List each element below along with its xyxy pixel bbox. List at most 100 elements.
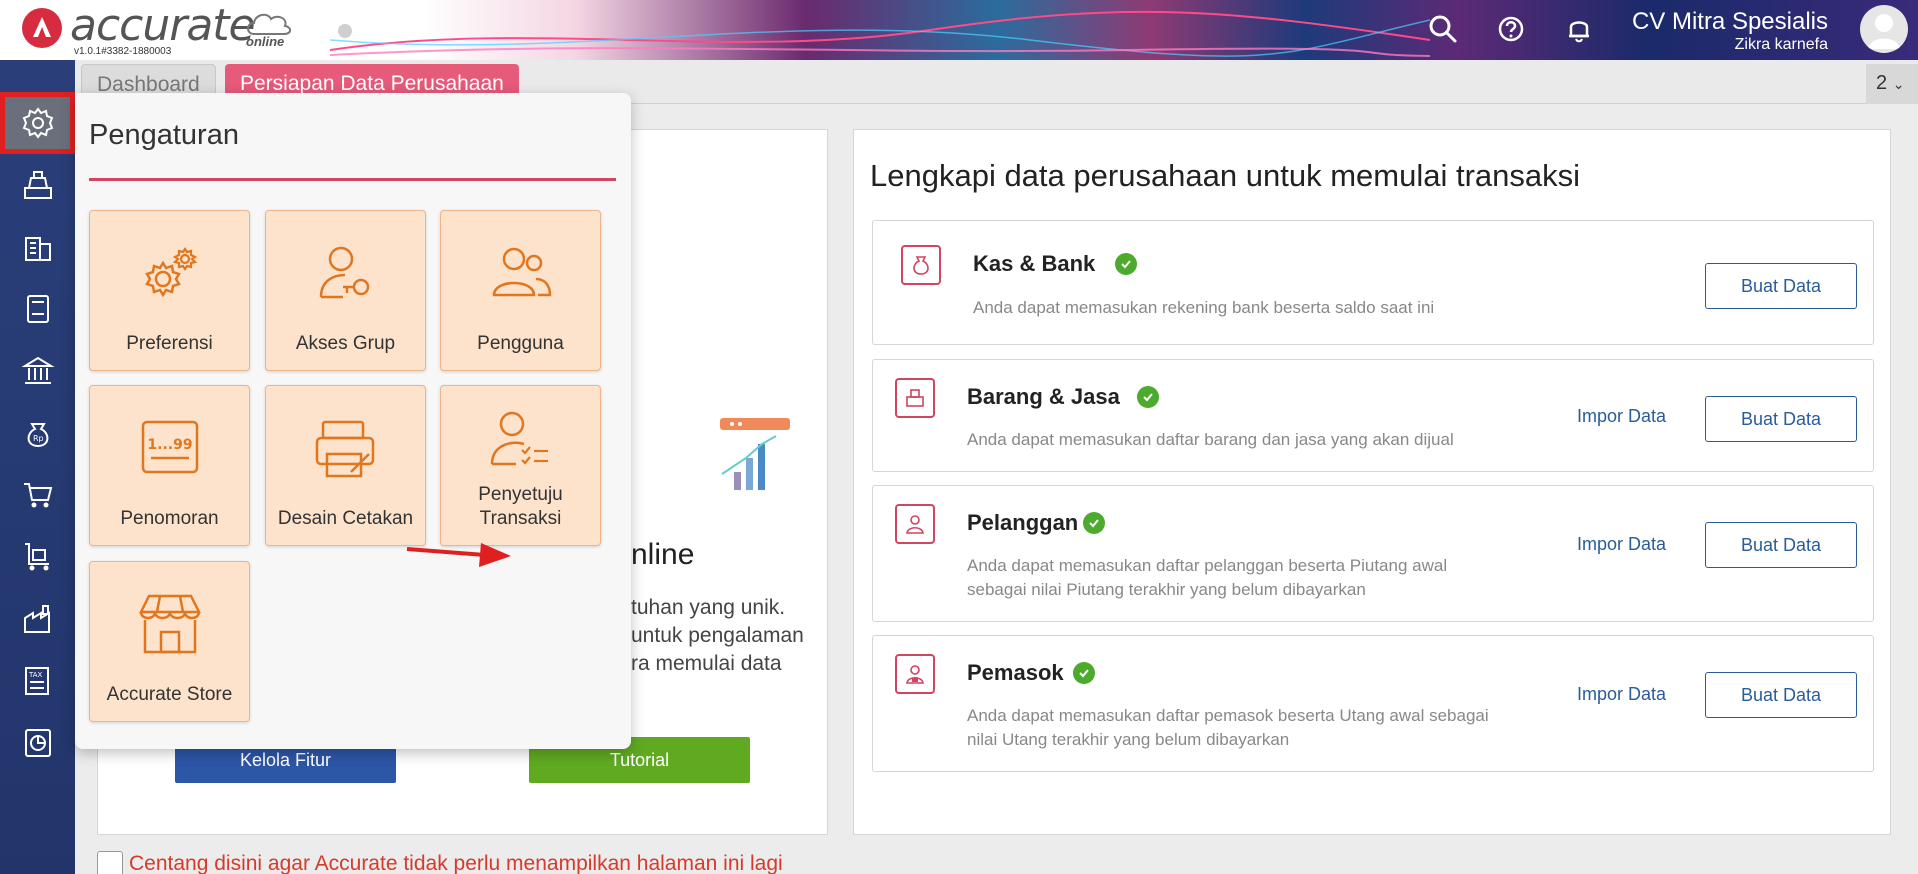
setup-card-title: Lengkapi data perusahaan untuk memulai t… [870,158,1581,193]
svg-text:Rp: Rp [33,434,44,443]
item-desc-pemasok-line-2: nilai Utang terakhir yang belum dibayark… [967,730,1290,749]
help-icon[interactable] [1494,12,1528,46]
version-label: v1.0.1#3382-1880003 [74,46,172,57]
tile-penyetuju-label-line-2: Transaksi [479,508,562,529]
tile-penyetuju-transaksi[interactable]: Penyetuju Transaksi [440,385,601,546]
buat-data-barang-jasa-button[interactable]: Buat Data [1705,396,1857,442]
nav-bank[interactable] [0,340,75,402]
tile-preferensi[interactable]: Preferensi [89,210,250,371]
tax-icon: TAX [24,667,49,695]
printer-icon [266,414,425,484]
nav-purchase[interactable] [0,526,75,588]
left-navigation: Rp TAX [0,60,75,874]
users-icon [441,239,600,309]
avatar[interactable] [1860,5,1908,53]
customer-icon [895,504,935,544]
welcome-heading-fragment: nline [631,538,695,571]
ledger-icon [26,295,49,323]
status-dot [338,24,352,38]
factory-icon [23,605,50,633]
check-icon [1083,512,1105,534]
trolley-icon [24,543,49,571]
tile-preferensi-label: Preferensi [126,333,213,354]
check-icon [1115,253,1137,275]
boxes-icon [895,378,935,418]
item-desc-kas-bank: Anda dapat memasukan rekening bank beser… [973,298,1435,317]
user-checklist-icon [441,406,600,476]
nav-reports[interactable] [0,712,75,774]
dont-show-again-label[interactable]: Centang disini agar Accurate tidak perlu… [129,852,783,874]
tile-penyetuju-transaksi-label: Penyetuju Transaksi [441,483,600,531]
setup-card: Lengkapi data perusahaan untuk memulai t… [853,129,1891,835]
tile-desain-cetakan[interactable]: Desain Cetakan [265,385,426,546]
bell-icon[interactable] [1562,12,1596,46]
supplier-icon [895,654,935,694]
app-header: accurate online v1.0.1#3382-1880003 CV M… [0,0,1918,60]
nav-tax[interactable]: TAX [0,650,75,712]
svg-text:1...99: 1...99 [147,437,192,453]
store-icon [90,590,249,660]
check-icon [1137,386,1159,408]
cart-icon [23,483,52,508]
money-bag-icon: Rp [27,423,48,448]
bank-icon [20,356,55,384]
nav-sales-register[interactable] [0,154,75,216]
impor-data-pelanggan-link[interactable]: Impor Data [1577,534,1666,555]
nav-sales[interactable] [0,464,75,526]
svg-text:TAX: TAX [28,671,43,679]
buat-data-pemasok-button[interactable]: Buat Data [1705,672,1857,718]
logo-text: accurate [70,0,256,51]
tile-penomoran[interactable]: 1...99 Penomoran [89,385,250,546]
item-desc-pemasok-line-1: Anda dapat memasukan daftar pemasok bese… [967,706,1489,725]
buat-data-pelanggan-button[interactable]: Buat Data [1705,522,1857,568]
logo-online-text: online [246,34,285,49]
impor-data-barang-jasa-link[interactable]: Impor Data [1577,406,1666,427]
accurate-logo-icon[interactable] [22,8,62,48]
tile-accurate-store[interactable]: Accurate Store [89,561,250,722]
item-title-barang-jasa: Barang & Jasa [967,384,1120,409]
chevron-down-icon: ⌄ [1892,76,1905,92]
item-title-pemasok: Pemasok [967,660,1064,685]
welcome-text-line-1: tuhan yang unik. [631,596,786,619]
building-icon [24,237,51,261]
user-key-icon [266,239,425,309]
nav-inventory[interactable] [0,588,75,650]
tab-count-dropdown[interactable]: 2 ⌄ [1866,64,1918,104]
item-title-pelanggan: Pelanggan [967,510,1079,535]
impor-data-pemasok-link[interactable]: Impor Data [1577,684,1666,705]
welcome-text-line-2: untuk pengalaman [631,624,804,647]
check-icon [1073,662,1095,684]
tab-count-value: 2 [1876,72,1888,94]
numbering-icon: 1...99 [90,414,249,484]
tile-akses-grup-label: Akses Grup [295,333,396,354]
company-info[interactable]: CV Mitra Spesialis Zikra karnefa [1632,8,1828,54]
header-wave-decoration [330,10,1430,57]
buat-data-kas-bank-button[interactable]: Buat Data [1705,263,1857,309]
money-bag-icon [901,245,941,285]
user-name: Zikra karnefa [1734,36,1828,53]
nav-company[interactable] [0,216,75,278]
nav-ledger[interactable] [0,278,75,340]
setup-item-pemasok: Pemasok Anda dapat memasukan daftar pema… [872,635,1874,772]
settings-panel-title: Pengaturan [89,119,239,151]
tile-desain-cetakan-label: Desain Cetakan [277,508,414,529]
tile-penyetuju-label-line-1: Penyetuju [478,484,563,505]
company-name: CV Mitra Spesialis [1631,8,1828,35]
setup-item-kas-bank: Kas & Bank Anda dapat memasukan rekening… [872,220,1874,345]
cash-register-icon [23,171,52,199]
tile-akses-grup[interactable]: Akses Grup [265,210,426,371]
setup-item-barang-jasa: Barang & Jasa Anda dapat memasukan dafta… [872,359,1874,472]
tile-accurate-store-label: Accurate Store [106,684,233,705]
search-icon[interactable] [1426,12,1460,46]
item-title-kas-bank: Kas & Bank [973,251,1096,276]
welcome-text-line-3: ra memulai data [631,652,782,675]
tile-penomoran-label: Penomoran [120,508,219,529]
item-desc-pelanggan-line-2: sebagai nilai Piutang terakhir yang belu… [967,580,1366,599]
dont-show-again-checkbox[interactable] [97,851,123,874]
tile-pengguna[interactable]: Pengguna [440,210,601,371]
nav-settings[interactable] [0,92,75,154]
item-desc-pelanggan-line-1: Anda dapat memasukan daftar pelanggan be… [967,556,1448,575]
nav-finance[interactable]: Rp [0,402,75,464]
settings-panel-divider [89,178,616,181]
report-icon [24,729,51,757]
